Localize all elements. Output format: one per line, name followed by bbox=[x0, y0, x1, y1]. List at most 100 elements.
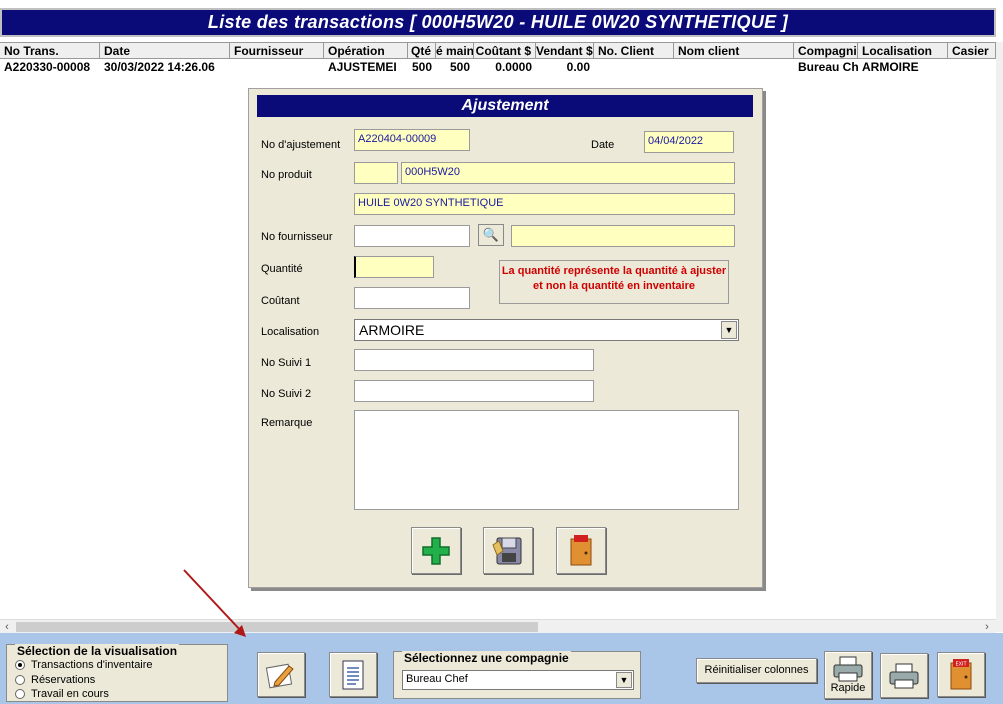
printer-icon bbox=[889, 663, 919, 688]
cell-coutant: 0.0000 bbox=[495, 60, 532, 74]
dialog-title: Ajustement bbox=[257, 95, 753, 117]
reset-columns-button[interactable]: Réinitialiser colonnes bbox=[696, 658, 817, 683]
col-header-localisation[interactable]: Localisation bbox=[858, 43, 948, 58]
print-quick-label: Rapide bbox=[830, 682, 866, 694]
radio-transactions[interactable]: Transactions d'inventaire bbox=[15, 659, 153, 671]
col-header-fournisseur[interactable]: Fournisseur bbox=[230, 43, 324, 58]
description-field[interactable]: HUILE 0W20 SYNTHETIQUE bbox=[354, 193, 735, 215]
fournisseur-name-field[interactable] bbox=[511, 225, 735, 247]
col-header-no-trans[interactable]: No Trans. bbox=[0, 43, 100, 58]
cell-date: 30/03/2022 14:26.06 bbox=[104, 60, 215, 74]
col-header-vendant[interactable]: Vendant $ bbox=[536, 43, 594, 58]
print-quick-button[interactable]: Rapide bbox=[824, 651, 872, 699]
add-button[interactable] bbox=[411, 527, 461, 574]
company-selection-title: Sélectionnez une compagnie bbox=[402, 651, 571, 665]
view-selection-title: Sélection de la visualisation bbox=[15, 644, 180, 658]
radio-label-transactions: Transactions d'inventaire bbox=[31, 659, 153, 671]
edit-button[interactable] bbox=[257, 652, 305, 697]
edit-icon bbox=[265, 663, 294, 688]
label-no-produit: No produit bbox=[261, 169, 312, 181]
label-no-suivi-2: No Suivi 2 bbox=[261, 388, 312, 400]
exit-icon: EXIT bbox=[950, 658, 972, 689]
coutant-field[interactable] bbox=[354, 287, 470, 309]
print-button[interactable] bbox=[880, 653, 928, 698]
radio-dot[interactable] bbox=[15, 675, 25, 685]
radio-dot[interactable] bbox=[15, 660, 25, 670]
col-header-date[interactable]: Date bbox=[100, 43, 230, 58]
col-header-casier[interactable]: Casier bbox=[948, 43, 996, 58]
cell-en-main: 500 bbox=[449, 60, 470, 74]
cell-nom-client bbox=[674, 59, 794, 75]
remarque-field[interactable] bbox=[354, 410, 739, 510]
exit-icon bbox=[570, 534, 592, 565]
radio-reservations[interactable]: Réservations bbox=[15, 674, 95, 686]
col-header-compagnie[interactable]: Compagnie bbox=[794, 43, 858, 58]
chevron-down-icon[interactable]: ▼ bbox=[616, 672, 632, 688]
exit-button[interactable]: EXIT bbox=[937, 652, 985, 697]
document-icon bbox=[342, 660, 364, 689]
annotation-arrow-icon bbox=[183, 569, 246, 637]
no-fournisseur-field[interactable] bbox=[354, 225, 470, 247]
no-produit-prefix-field[interactable] bbox=[354, 162, 398, 184]
cell-compagnie: Bureau Ch bbox=[798, 60, 858, 74]
scroll-right-icon[interactable]: › bbox=[980, 620, 994, 634]
no-suivi-2-field[interactable] bbox=[354, 380, 594, 402]
radio-dot[interactable] bbox=[15, 689, 25, 699]
col-header-operation[interactable]: Opération bbox=[324, 43, 408, 58]
label-remarque: Remarque bbox=[261, 417, 313, 429]
no-suivi-1-field[interactable] bbox=[354, 349, 594, 371]
cell-no-trans: A220330-00008 bbox=[4, 60, 91, 74]
radio-label-reservations: Réservations bbox=[31, 674, 96, 686]
label-coutant: Coûtant bbox=[261, 295, 300, 307]
exit-badge-text: EXIT bbox=[955, 661, 967, 667]
grid-header: No Trans. Date Fournisseur Opération Qté… bbox=[0, 42, 996, 59]
search-fournisseur-button[interactable]: 🔍 bbox=[478, 224, 504, 246]
vertical-scrollbar[interactable] bbox=[996, 42, 1003, 632]
no-produit-field[interactable]: 000H5W20 bbox=[401, 162, 735, 184]
search-icon: 🔍 bbox=[482, 227, 500, 242]
window-title: Liste des transactions [ 000H5W20 - HUIL… bbox=[0, 8, 996, 37]
localisation-select[interactable]: ARMOIRE ▼ bbox=[354, 319, 739, 341]
cell-qte: 500 bbox=[411, 60, 432, 74]
horizontal-scrollbar[interactable]: ‹ › bbox=[0, 619, 996, 633]
cell-casier bbox=[948, 59, 996, 75]
company-selection-group: Sélectionnez une compagnie Bureau Chef ▼ bbox=[393, 651, 641, 699]
col-header-en-main[interactable]: é main bbox=[436, 43, 474, 58]
cell-localisation: ARMOIRE bbox=[862, 60, 919, 74]
scroll-left-icon[interactable]: ‹ bbox=[0, 620, 14, 634]
app-window: Liste des transactions [ 000H5W20 - HUIL… bbox=[0, 0, 1003, 704]
table-row[interactable]: A220330-00008 30/03/2022 14:26.06 AJUSTE… bbox=[0, 59, 996, 75]
company-value: Bureau Chef bbox=[406, 673, 468, 685]
localisation-value: ARMOIRE bbox=[359, 322, 425, 338]
company-select[interactable]: Bureau Chef ▼ bbox=[402, 670, 634, 690]
save-icon bbox=[492, 537, 522, 564]
cell-no-client bbox=[594, 59, 674, 75]
adjustment-dialog: Ajustement No d'ajustement A220404-00009… bbox=[248, 88, 763, 588]
radio-travail[interactable]: Travail en cours bbox=[15, 688, 109, 700]
label-localisation: Localisation bbox=[261, 326, 320, 338]
exit-dialog-button[interactable] bbox=[556, 527, 606, 574]
quantity-note: La quantité représente la quantité à aju… bbox=[499, 260, 729, 304]
save-button[interactable] bbox=[483, 527, 533, 574]
bottom-toolbar: Sélection de la visualisation Transactio… bbox=[0, 633, 1003, 704]
add-icon bbox=[422, 536, 450, 565]
cell-operation: AJUSTEMEI bbox=[328, 60, 397, 74]
cell-fournisseur bbox=[230, 59, 324, 75]
label-no-ajustement: No d'ajustement bbox=[261, 139, 341, 151]
col-header-no-client[interactable]: No. Client bbox=[594, 43, 674, 58]
col-header-coutant[interactable]: Coûtant $ bbox=[474, 43, 536, 58]
cell-vendant: 0.00 bbox=[566, 60, 590, 74]
label-date: Date bbox=[591, 139, 615, 151]
printer-icon bbox=[833, 656, 863, 682]
view-selection-group: Sélection de la visualisation Transactio… bbox=[6, 644, 228, 702]
no-ajustement-field[interactable]: A220404-00009 bbox=[354, 129, 470, 151]
col-header-qte[interactable]: Qté bbox=[408, 43, 436, 58]
document-button[interactable] bbox=[329, 652, 377, 697]
quantite-field[interactable] bbox=[354, 256, 434, 278]
scrollbar-thumb[interactable] bbox=[16, 622, 538, 632]
date-field[interactable]: 04/04/2022 bbox=[644, 131, 734, 153]
label-no-fournisseur: No fournisseur bbox=[261, 231, 333, 243]
col-header-nom-client[interactable]: Nom client bbox=[674, 43, 794, 58]
label-no-suivi-1: No Suivi 1 bbox=[261, 357, 312, 369]
chevron-down-icon[interactable]: ▼ bbox=[721, 321, 737, 339]
